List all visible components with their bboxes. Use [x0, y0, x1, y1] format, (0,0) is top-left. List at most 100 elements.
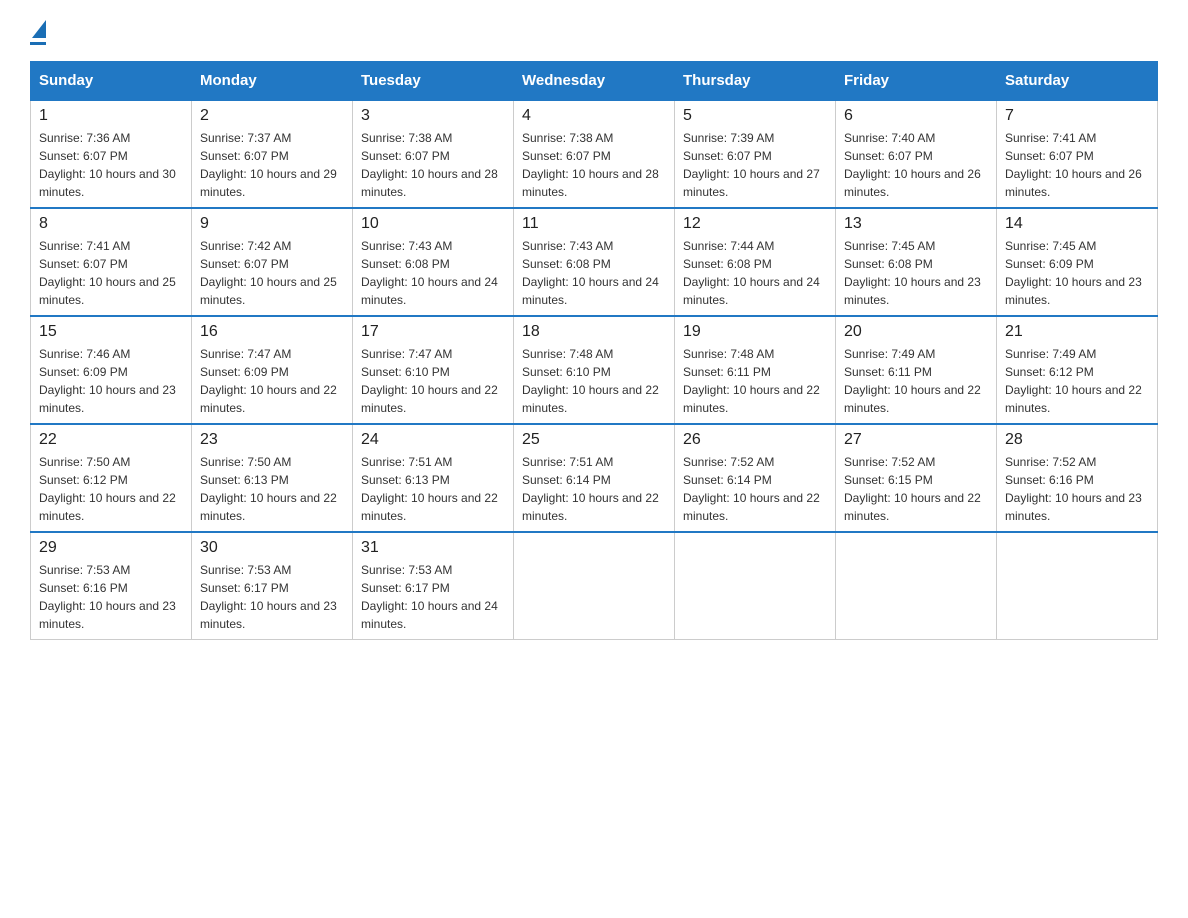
day-number: 30: [200, 539, 344, 557]
day-info: Sunrise: 7:38 AM Sunset: 6:07 PM Dayligh…: [522, 129, 666, 201]
day-info: Sunrise: 7:46 AM Sunset: 6:09 PM Dayligh…: [39, 345, 183, 417]
calendar-cell: 13 Sunrise: 7:45 AM Sunset: 6:08 PM Dayl…: [836, 208, 997, 316]
calendar-cell: 2 Sunrise: 7:37 AM Sunset: 6:07 PM Dayli…: [192, 100, 353, 208]
day-info: Sunrise: 7:42 AM Sunset: 6:07 PM Dayligh…: [200, 237, 344, 309]
calendar-cell: 9 Sunrise: 7:42 AM Sunset: 6:07 PM Dayli…: [192, 208, 353, 316]
day-info: Sunrise: 7:49 AM Sunset: 6:12 PM Dayligh…: [1005, 345, 1149, 417]
day-info: Sunrise: 7:47 AM Sunset: 6:10 PM Dayligh…: [361, 345, 505, 417]
week-row-1: 1 Sunrise: 7:36 AM Sunset: 6:07 PM Dayli…: [31, 100, 1158, 208]
day-info: Sunrise: 7:53 AM Sunset: 6:16 PM Dayligh…: [39, 561, 183, 633]
calendar-cell: 17 Sunrise: 7:47 AM Sunset: 6:10 PM Dayl…: [353, 316, 514, 424]
day-info: Sunrise: 7:53 AM Sunset: 6:17 PM Dayligh…: [200, 561, 344, 633]
calendar-table: SundayMondayTuesdayWednesdayThursdayFrid…: [30, 61, 1158, 640]
day-number: 25: [522, 431, 666, 449]
week-row-3: 15 Sunrise: 7:46 AM Sunset: 6:09 PM Dayl…: [31, 316, 1158, 424]
day-info: Sunrise: 7:41 AM Sunset: 6:07 PM Dayligh…: [39, 237, 183, 309]
calendar-cell: 3 Sunrise: 7:38 AM Sunset: 6:07 PM Dayli…: [353, 100, 514, 208]
calendar-cell: 20 Sunrise: 7:49 AM Sunset: 6:11 PM Dayl…: [836, 316, 997, 424]
day-number: 23: [200, 431, 344, 449]
calendar-cell: [675, 532, 836, 640]
day-number: 12: [683, 215, 827, 233]
calendar-cell: 30 Sunrise: 7:53 AM Sunset: 6:17 PM Dayl…: [192, 532, 353, 640]
calendar-cell: 26 Sunrise: 7:52 AM Sunset: 6:14 PM Dayl…: [675, 424, 836, 532]
calendar-cell: 4 Sunrise: 7:38 AM Sunset: 6:07 PM Dayli…: [514, 100, 675, 208]
day-info: Sunrise: 7:49 AM Sunset: 6:11 PM Dayligh…: [844, 345, 988, 417]
calendar-cell: 29 Sunrise: 7:53 AM Sunset: 6:16 PM Dayl…: [31, 532, 192, 640]
calendar-cell: 27 Sunrise: 7:52 AM Sunset: 6:15 PM Dayl…: [836, 424, 997, 532]
day-number: 10: [361, 215, 505, 233]
weekday-header-row: SundayMondayTuesdayWednesdayThursdayFrid…: [31, 62, 1158, 101]
calendar-cell: 15 Sunrise: 7:46 AM Sunset: 6:09 PM Dayl…: [31, 316, 192, 424]
day-info: Sunrise: 7:50 AM Sunset: 6:13 PM Dayligh…: [200, 453, 344, 525]
logo: [30, 20, 46, 45]
day-info: Sunrise: 7:47 AM Sunset: 6:09 PM Dayligh…: [200, 345, 344, 417]
day-info: Sunrise: 7:53 AM Sunset: 6:17 PM Dayligh…: [361, 561, 505, 633]
day-info: Sunrise: 7:43 AM Sunset: 6:08 PM Dayligh…: [522, 237, 666, 309]
calendar-cell: 24 Sunrise: 7:51 AM Sunset: 6:13 PM Dayl…: [353, 424, 514, 532]
day-number: 13: [844, 215, 988, 233]
day-number: 20: [844, 323, 988, 341]
day-number: 28: [1005, 431, 1149, 449]
logo-underline: [30, 42, 46, 45]
calendar-cell: 21 Sunrise: 7:49 AM Sunset: 6:12 PM Dayl…: [997, 316, 1158, 424]
day-number: 22: [39, 431, 183, 449]
calendar-cell: [514, 532, 675, 640]
calendar-cell: 10 Sunrise: 7:43 AM Sunset: 6:08 PM Dayl…: [353, 208, 514, 316]
calendar-cell: 23 Sunrise: 7:50 AM Sunset: 6:13 PM Dayl…: [192, 424, 353, 532]
day-number: 18: [522, 323, 666, 341]
day-info: Sunrise: 7:51 AM Sunset: 6:14 PM Dayligh…: [522, 453, 666, 525]
day-number: 14: [1005, 215, 1149, 233]
weekday-header-monday: Monday: [192, 62, 353, 101]
day-info: Sunrise: 7:48 AM Sunset: 6:11 PM Dayligh…: [683, 345, 827, 417]
day-info: Sunrise: 7:39 AM Sunset: 6:07 PM Dayligh…: [683, 129, 827, 201]
day-number: 11: [522, 215, 666, 233]
day-info: Sunrise: 7:52 AM Sunset: 6:16 PM Dayligh…: [1005, 453, 1149, 525]
calendar-cell: 8 Sunrise: 7:41 AM Sunset: 6:07 PM Dayli…: [31, 208, 192, 316]
day-number: 5: [683, 107, 827, 125]
day-number: 31: [361, 539, 505, 557]
day-info: Sunrise: 7:52 AM Sunset: 6:14 PM Dayligh…: [683, 453, 827, 525]
day-number: 8: [39, 215, 183, 233]
day-info: Sunrise: 7:41 AM Sunset: 6:07 PM Dayligh…: [1005, 129, 1149, 201]
day-info: Sunrise: 7:43 AM Sunset: 6:08 PM Dayligh…: [361, 237, 505, 309]
calendar-cell: 12 Sunrise: 7:44 AM Sunset: 6:08 PM Dayl…: [675, 208, 836, 316]
weekday-header-wednesday: Wednesday: [514, 62, 675, 101]
day-number: 9: [200, 215, 344, 233]
weekday-header-saturday: Saturday: [997, 62, 1158, 101]
week-row-4: 22 Sunrise: 7:50 AM Sunset: 6:12 PM Dayl…: [31, 424, 1158, 532]
day-info: Sunrise: 7:37 AM Sunset: 6:07 PM Dayligh…: [200, 129, 344, 201]
day-number: 3: [361, 107, 505, 125]
calendar-cell: 16 Sunrise: 7:47 AM Sunset: 6:09 PM Dayl…: [192, 316, 353, 424]
day-number: 15: [39, 323, 183, 341]
calendar-cell: 1 Sunrise: 7:36 AM Sunset: 6:07 PM Dayli…: [31, 100, 192, 208]
day-info: Sunrise: 7:38 AM Sunset: 6:07 PM Dayligh…: [361, 129, 505, 201]
day-number: 21: [1005, 323, 1149, 341]
day-info: Sunrise: 7:51 AM Sunset: 6:13 PM Dayligh…: [361, 453, 505, 525]
weekday-header-friday: Friday: [836, 62, 997, 101]
day-number: 27: [844, 431, 988, 449]
calendar-cell: 19 Sunrise: 7:48 AM Sunset: 6:11 PM Dayl…: [675, 316, 836, 424]
weekday-header-tuesday: Tuesday: [353, 62, 514, 101]
day-info: Sunrise: 7:40 AM Sunset: 6:07 PM Dayligh…: [844, 129, 988, 201]
day-info: Sunrise: 7:45 AM Sunset: 6:08 PM Dayligh…: [844, 237, 988, 309]
calendar-cell: 22 Sunrise: 7:50 AM Sunset: 6:12 PM Dayl…: [31, 424, 192, 532]
day-info: Sunrise: 7:48 AM Sunset: 6:10 PM Dayligh…: [522, 345, 666, 417]
day-number: 4: [522, 107, 666, 125]
calendar-cell: 7 Sunrise: 7:41 AM Sunset: 6:07 PM Dayli…: [997, 100, 1158, 208]
header: [30, 20, 1158, 45]
day-number: 1: [39, 107, 183, 125]
calendar-cell: 25 Sunrise: 7:51 AM Sunset: 6:14 PM Dayl…: [514, 424, 675, 532]
calendar-cell: 5 Sunrise: 7:39 AM Sunset: 6:07 PM Dayli…: [675, 100, 836, 208]
day-number: 2: [200, 107, 344, 125]
calendar-cell: 11 Sunrise: 7:43 AM Sunset: 6:08 PM Dayl…: [514, 208, 675, 316]
day-info: Sunrise: 7:52 AM Sunset: 6:15 PM Dayligh…: [844, 453, 988, 525]
week-row-2: 8 Sunrise: 7:41 AM Sunset: 6:07 PM Dayli…: [31, 208, 1158, 316]
calendar-cell: 18 Sunrise: 7:48 AM Sunset: 6:10 PM Dayl…: [514, 316, 675, 424]
day-info: Sunrise: 7:50 AM Sunset: 6:12 PM Dayligh…: [39, 453, 183, 525]
day-info: Sunrise: 7:36 AM Sunset: 6:07 PM Dayligh…: [39, 129, 183, 201]
day-number: 19: [683, 323, 827, 341]
day-number: 6: [844, 107, 988, 125]
day-number: 26: [683, 431, 827, 449]
calendar-cell: [836, 532, 997, 640]
day-number: 17: [361, 323, 505, 341]
